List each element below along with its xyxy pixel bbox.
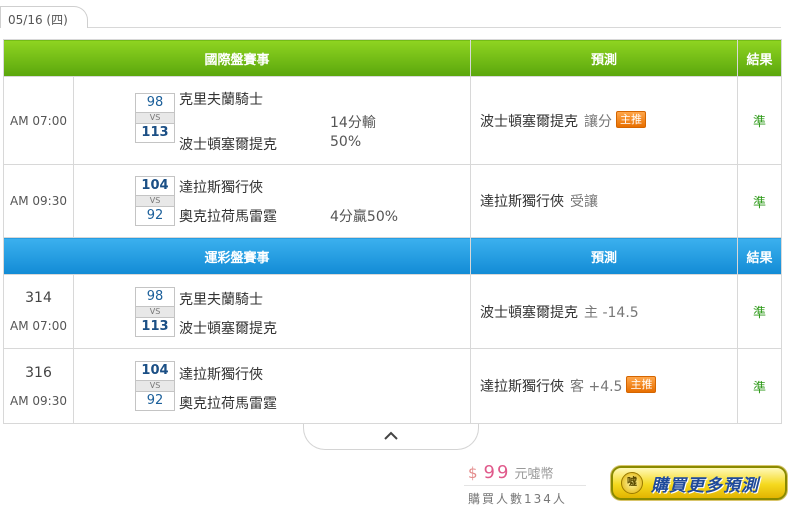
away-score: 104 xyxy=(135,361,175,381)
result: 準 xyxy=(737,348,783,424)
featured-badge: 主推 xyxy=(616,110,647,128)
matchup: 98 VS 113 克里夫蘭騎士 波士頓塞爾提克 xyxy=(72,274,472,349)
home-team: 波士頓塞爾提克 xyxy=(179,321,277,337)
game-number: 316 xyxy=(25,364,52,381)
score-box: 98 VS 113 xyxy=(135,287,175,337)
date-tab[interactable]: 05/16 (四) xyxy=(0,6,88,28)
vs-label: VS xyxy=(135,381,175,391)
score-box: 104 VS 92 xyxy=(135,361,175,411)
coin-icon: 噓 xyxy=(621,472,643,494)
lottery-predict-header: 預測 xyxy=(470,237,739,275)
handicap-line: 14分輸 xyxy=(330,115,376,131)
prediction: 達拉斯獨行俠客 +4.5 主推 xyxy=(470,348,739,424)
score-box: 104 VS 92 xyxy=(135,176,175,226)
table-row: AM 09:30 104 VS 92 達拉斯獨行俠 奧克拉荷馬雷霆 4分贏50%… xyxy=(3,164,783,238)
result: 準 xyxy=(737,274,783,349)
game-time: 314 AM 07:00 xyxy=(3,274,74,349)
prediction: 達拉斯獨行俠 受讓 xyxy=(470,164,739,238)
pick-team: 波士頓塞爾提克 xyxy=(480,304,579,321)
prediction: 波士頓塞爾提克主 -14.5 xyxy=(470,274,739,349)
home-score: 92 xyxy=(135,206,175,226)
table-row: 316 AM 09:30 104 VS 92 達拉斯獨行俠 奧克拉荷馬雷霆 達拉… xyxy=(3,348,783,424)
score-box: 98 VS 113 xyxy=(135,93,175,143)
lottery-event-header: 運彩盤賽事 xyxy=(2,237,472,275)
home-team: 波士頓塞爾提克 xyxy=(179,137,277,153)
international-event-header: 國際盤賽事 xyxy=(2,39,472,77)
game-time: 316 AM 09:30 xyxy=(3,348,74,424)
pick-team: 達拉斯獨行俠 xyxy=(480,194,565,210)
home-score: 92 xyxy=(135,391,175,411)
lottery-result-header: 結果 xyxy=(737,237,783,275)
handicap-rate: 50% xyxy=(330,134,362,150)
matchup: 98 VS 113 克里夫蘭騎士 波士頓塞爾提克 14分輸 50% xyxy=(72,76,472,165)
price-amount: 99 xyxy=(483,462,511,483)
pick-type: 客 +4.5 xyxy=(570,379,623,395)
buy-button-label: 購買更多預測 xyxy=(651,475,759,496)
home-team: 奧克拉荷馬雷霆 xyxy=(179,396,277,412)
handicap-line: 4分贏50% xyxy=(330,209,399,225)
vs-label: VS xyxy=(135,113,175,123)
table-row: AM 07:00 98 VS 113 克里夫蘭騎士 波士頓塞爾提克 14分輸 5… xyxy=(3,76,783,165)
international-predict-header: 預測 xyxy=(470,39,739,77)
buy-more-predictions-button[interactable]: 噓 購買更多預測 xyxy=(611,466,787,500)
game-time-label: AM 07:00 xyxy=(10,319,67,333)
pick-type: 受讓 xyxy=(570,194,599,210)
featured-badge: 主推 xyxy=(626,376,657,393)
home-team: 奧克拉荷馬雷霆 xyxy=(179,209,277,225)
result: 準 xyxy=(737,76,783,165)
away-team: 克里夫蘭騎士 xyxy=(179,92,263,108)
game-time: AM 07:00 xyxy=(3,76,74,165)
international-header: 國際盤賽事 預測 結果 xyxy=(2,39,783,77)
vs-label: VS xyxy=(135,196,175,206)
collapse-button[interactable] xyxy=(303,424,479,450)
game-number: 314 xyxy=(25,290,52,306)
international-result-header: 結果 xyxy=(737,39,783,77)
matchup: 104 VS 92 達拉斯獨行俠 奧克拉荷馬雷霆 4分贏50% xyxy=(72,164,472,238)
away-team: 達拉斯獨行俠 xyxy=(179,367,263,383)
currency-symbol: $ xyxy=(468,464,478,482)
lottery-header: 運彩盤賽事 預測 結果 xyxy=(2,237,783,275)
price-tag: $99 元噓幣 xyxy=(468,462,553,483)
price-divider xyxy=(464,485,586,486)
vs-label: VS xyxy=(135,307,175,317)
prediction: 波士頓塞爾提克 讓分 主推 xyxy=(470,76,739,165)
table-row: 314 AM 07:00 98 VS 113 克里夫蘭騎士 波士頓塞爾提克 波士… xyxy=(3,274,783,349)
buyer-count: 購買人數134人 xyxy=(468,492,567,506)
predictions-table: 國際盤賽事 預測 結果 AM 07:00 98 VS 113 克里夫蘭騎士 波士… xyxy=(2,39,783,424)
away-team: 克里夫蘭騎士 xyxy=(179,292,263,308)
pick-team: 波士頓塞爾提克 xyxy=(480,113,579,130)
game-time: AM 09:30 xyxy=(3,164,74,238)
currency-unit: 元噓幣 xyxy=(514,467,554,482)
away-score: 98 xyxy=(135,93,175,113)
matchup: 104 VS 92 達拉斯獨行俠 奧克拉荷馬雷霆 xyxy=(72,348,472,424)
pick-type: 主 -14.5 xyxy=(584,304,639,321)
result: 準 xyxy=(737,164,783,238)
game-time-label: AM 09:30 xyxy=(10,393,67,408)
pick-team: 達拉斯獨行俠 xyxy=(480,379,565,395)
away-team: 達拉斯獨行俠 xyxy=(179,180,263,196)
tab-divider xyxy=(0,27,781,28)
pick-type: 讓分 xyxy=(584,113,613,130)
home-score: 113 xyxy=(135,123,175,143)
away-score: 98 xyxy=(135,287,175,307)
away-score: 104 xyxy=(135,176,175,196)
chevron-up-icon xyxy=(384,431,398,440)
home-score: 113 xyxy=(135,317,175,337)
